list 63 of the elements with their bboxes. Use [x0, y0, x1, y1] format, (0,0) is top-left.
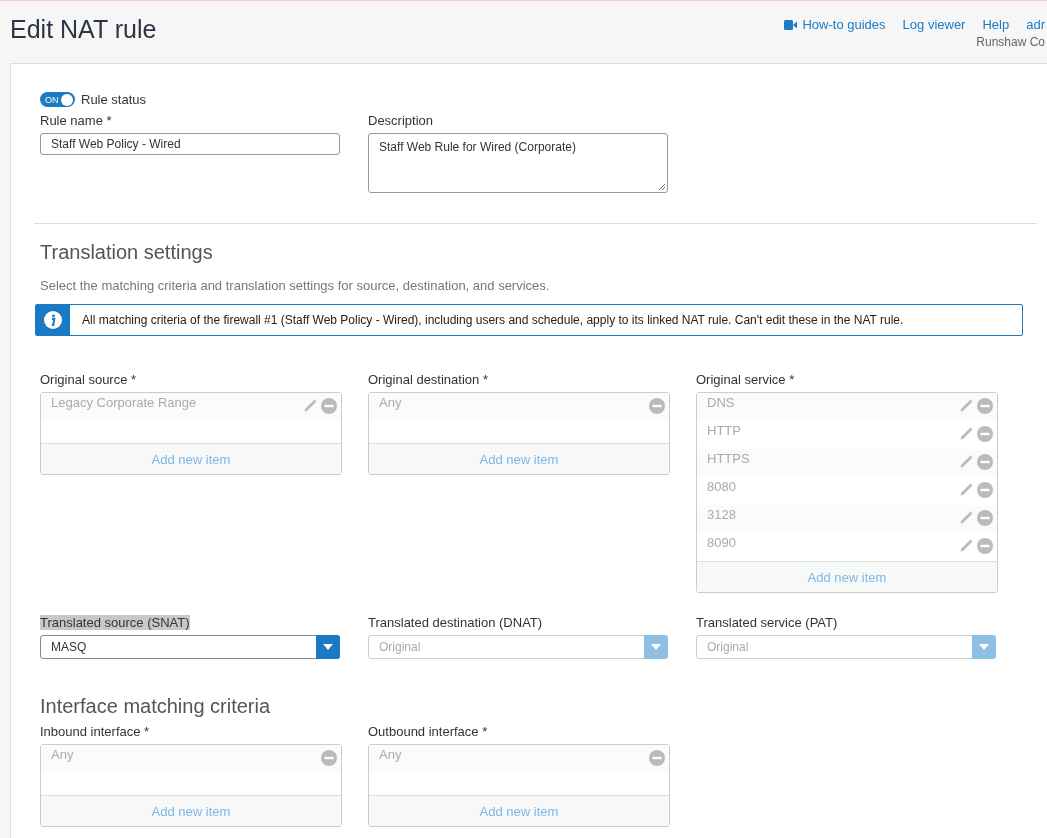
pencil-icon[interactable] — [958, 398, 974, 414]
pencil-icon[interactable] — [958, 454, 974, 470]
list-item: HTTPS — [707, 451, 750, 468]
field-label: Translated destination (DNAT) — [368, 615, 543, 630]
remove-icon[interactable] — [977, 538, 993, 554]
info-icon — [44, 311, 62, 329]
status-toggle[interactable]: ON — [40, 92, 75, 107]
list-item: 3128 — [707, 507, 736, 524]
list-item: Any — [379, 395, 402, 412]
add-item-link[interactable]: Add new item — [479, 803, 559, 819]
header-link[interactable]: Log viewer — [902, 17, 966, 32]
field-label: Outbound interface * — [368, 724, 488, 739]
remove-icon[interactable] — [977, 454, 993, 470]
company-name: Runshaw Co — [976, 35, 1045, 49]
rule-name-field[interactable]: Staff Web Policy - Wired — [40, 133, 340, 155]
field-label: Translated source (SNAT) — [40, 615, 190, 630]
field-label: Translated service (PAT) — [696, 615, 838, 630]
remove-icon[interactable] — [649, 750, 665, 766]
add-item-link[interactable]: Add new item — [807, 569, 887, 585]
remove-icon[interactable] — [977, 482, 993, 498]
add-item-link[interactable]: Add new item — [151, 451, 231, 467]
info-text: All matching criteria of the firewall #1 (Staff Web Policy - Wired), including users and schedule, apply to its linked NAT rule. Can't edit these in the NAT rule. — [82, 313, 904, 327]
description-field[interactable]: Staff Web Rule for Wired (Corporate) — [368, 133, 668, 193]
add-item-link[interactable]: Add new item — [479, 451, 559, 467]
list-item: Any — [51, 747, 74, 764]
remove-icon[interactable] — [977, 510, 993, 526]
caret-icon — [323, 644, 333, 650]
pencil-icon[interactable] — [302, 398, 318, 414]
list-item: 8080 — [707, 479, 736, 496]
section-heading: Translation settings — [40, 241, 214, 264]
pencil-icon[interactable] — [958, 510, 974, 526]
remove-icon[interactable] — [977, 426, 993, 442]
toggle-label: Rule status — [81, 92, 147, 107]
header-link[interactable]: Help — [982, 17, 1010, 32]
pencil-icon[interactable] — [958, 482, 974, 498]
page-title: Edit NAT rule — [10, 15, 157, 45]
section-description: Select the matching criteria and translation settings for source, destination, and services. — [40, 278, 551, 293]
dropdown[interactable]: MASQ — [40, 635, 340, 659]
list-item: Any — [379, 747, 402, 764]
add-item-link[interactable]: Add new item — [151, 803, 231, 819]
header-link[interactable]: adr — [1026, 17, 1045, 32]
caret-icon — [979, 644, 989, 650]
field-label: Original source * — [40, 372, 137, 387]
section-heading: Interface matching criteria — [40, 695, 272, 718]
list-item: Legacy Corporate Range — [51, 395, 197, 412]
guides-link[interactable]: How-to guides — [784, 17, 886, 32]
field-label: Inbound interface * — [40, 724, 150, 739]
pencil-icon[interactable] — [958, 538, 974, 554]
list-item: HTTP — [707, 423, 741, 440]
remove-icon[interactable] — [321, 398, 337, 414]
caret-icon — [651, 644, 661, 650]
remove-icon[interactable] — [649, 398, 665, 414]
video-camera-icon — [784, 19, 798, 30]
field-label: Rule name * — [40, 113, 112, 128]
field-label: Original service * — [696, 372, 795, 387]
field-label: Original destination * — [368, 372, 488, 387]
remove-icon[interactable] — [321, 750, 337, 766]
field-label: Description — [368, 113, 434, 128]
pencil-icon[interactable] — [958, 426, 974, 442]
list-item: 8090 — [707, 535, 736, 552]
remove-icon[interactable] — [977, 398, 993, 414]
list-item: DNS — [707, 395, 735, 412]
resize-grip-icon[interactable] — [658, 183, 666, 191]
